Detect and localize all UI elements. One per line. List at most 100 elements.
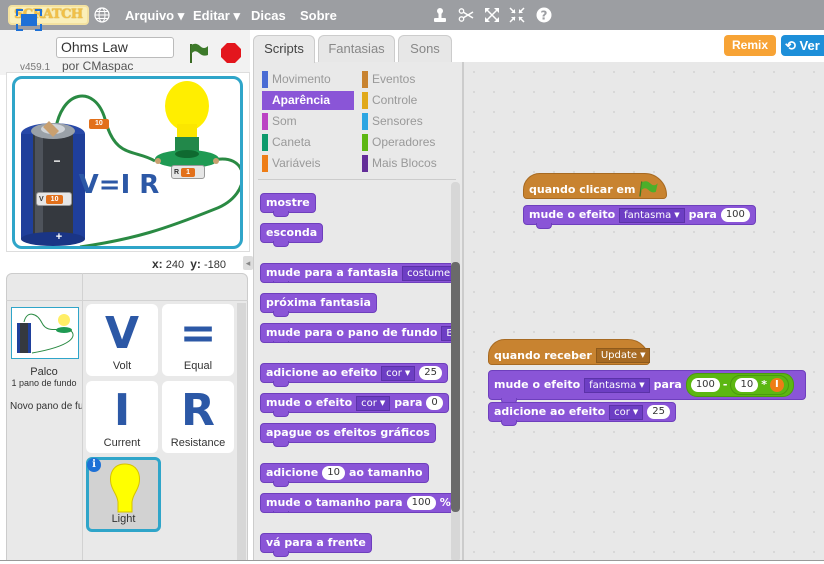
- svg-text:?: ?: [541, 9, 548, 23]
- menu-sobre[interactable]: Sobre: [300, 8, 337, 23]
- block-set-ghost-effect[interactable]: mude o efeito fantasma ▼ para 100: [523, 205, 756, 229]
- sprite-name: Current: [103, 437, 141, 449]
- see-project-page-label: Ver: [799, 38, 820, 53]
- size-input[interactable]: 100: [406, 496, 436, 510]
- voltage-monitor[interactable]: V 10: [36, 192, 72, 206]
- help-icon[interactable]: ?: [536, 7, 552, 23]
- tab-scripts[interactable]: Scripts: [253, 35, 315, 63]
- stage-thumbnail[interactable]: [11, 307, 79, 359]
- sprite-resistance[interactable]: R Resistance: [162, 381, 234, 453]
- block-set-ghost-effect-formula[interactable]: mude o efeito fantasma ▼ para 100 - 10 * …: [488, 370, 806, 404]
- effect-dropdown[interactable]: cor ▼: [381, 365, 416, 381]
- multiply-operator[interactable]: 10 * I: [730, 375, 789, 395]
- light-bulb-thumbnail: [110, 463, 140, 513]
- block-clear-effects[interactable]: apague os efeitos gráficos: [260, 423, 436, 447]
- stage-size-toggle[interactable]: ◂: [243, 256, 253, 270]
- category-sensores[interactable]: Sensores: [362, 112, 454, 131]
- variable-reporter-i[interactable]: I: [769, 378, 784, 392]
- menu-editar[interactable]: Editar ▾: [193, 8, 240, 24]
- battery-plus: +: [56, 231, 62, 243]
- sprite-light[interactable]: i Light: [86, 457, 161, 532]
- block-change-size[interactable]: adicione 10 ao tamanho: [260, 463, 429, 487]
- subtract-operator[interactable]: 100 - 10 * I: [685, 373, 794, 397]
- top-menu-bar: SCRATCH Arquivo ▾ Editar ▾ Dicas Sobre ?: [0, 0, 824, 30]
- effect-amount-input[interactable]: 25: [419, 366, 442, 380]
- menu-dicas[interactable]: Dicas: [251, 8, 286, 23]
- block-switch-backdrop[interactable]: mude para o pano de fundo B: [260, 323, 460, 343]
- block-next-costume[interactable]: próxima fantasia: [260, 293, 377, 317]
- block-set-size[interactable]: mude o tamanho para 100%: [260, 493, 455, 513]
- size-change-input[interactable]: 10: [322, 466, 345, 480]
- category-aparencia[interactable]: Aparência: [262, 91, 354, 110]
- block-change-effect[interactable]: adicione ao efeito cor ▼ 25: [260, 363, 448, 387]
- shrink-icon[interactable]: [509, 7, 525, 23]
- language-globe-icon[interactable]: [94, 7, 110, 23]
- sprite-list-scrollbar[interactable]: [237, 303, 246, 561]
- duplicate-stamp-icon[interactable]: [432, 7, 448, 23]
- effect-dropdown[interactable]: fantasma ▼: [619, 207, 685, 223]
- effect-dropdown[interactable]: cor ▼: [609, 404, 644, 420]
- sprite-info-icon[interactable]: i: [87, 458, 101, 472]
- resistance-monitor-value: 1: [181, 167, 195, 177]
- circuit-illustration: − + V=I R: [21, 81, 240, 246]
- stage-name: Palco: [30, 366, 58, 378]
- hat-when-i-receive[interactable]: quando receber Update ▼: [488, 339, 651, 365]
- effect-dropdown[interactable]: cor ▼: [356, 395, 391, 411]
- palette-scrollbar-thumb[interactable]: [451, 262, 460, 512]
- category-mais-blocos[interactable]: Mais Blocos: [362, 154, 454, 173]
- block-hide[interactable]: esconda: [260, 223, 324, 247]
- project-title-input[interactable]: Ohms Law: [56, 37, 174, 58]
- effect-amount-input[interactable]: 25: [647, 405, 670, 419]
- sprite-thumbnail: I: [113, 385, 131, 436]
- tab-sons[interactable]: Sons: [398, 35, 452, 62]
- operand-input[interactable]: 10: [735, 378, 759, 392]
- dropdown-caret-icon: ▼: [632, 407, 639, 416]
- sync-arrows-icon: ⟲: [785, 38, 796, 53]
- block-go-to-front[interactable]: vá para a frente: [260, 533, 372, 557]
- bulb-socket: [175, 137, 199, 151]
- mouse-y-label: y:: [190, 257, 201, 271]
- category-variaveis[interactable]: Variáveis: [262, 154, 354, 173]
- project-author[interactable]: por CMaspac: [62, 59, 133, 73]
- bottom-strip: [0, 560, 824, 564]
- menu-arquivo[interactable]: Arquivo ▾: [125, 8, 184, 24]
- script-area[interactable]: [463, 62, 824, 564]
- category-caneta[interactable]: Caneta: [262, 133, 354, 152]
- block-show[interactable]: mostre: [260, 193, 316, 217]
- tab-fantasias[interactable]: Fantasias: [318, 35, 395, 62]
- sprite-thumbnail: V: [104, 308, 140, 359]
- category-operadores[interactable]: Operadores: [362, 133, 454, 152]
- message-dropdown[interactable]: Update ▼: [595, 347, 651, 363]
- block-switch-costume[interactable]: mude para a fantasia costume: [260, 263, 460, 283]
- green-flag-button[interactable]: [186, 41, 210, 65]
- category-controle[interactable]: Controle: [362, 91, 454, 110]
- dropdown-caret-icon: ▼: [640, 350, 646, 359]
- stage-canvas[interactable]: − + V=I R 10 V 10 R 1: [12, 76, 243, 249]
- fullscreen-icon[interactable]: [16, 9, 42, 31]
- wire-monitor[interactable]: 10: [89, 119, 109, 129]
- effect-dropdown[interactable]: fantasma ▼: [584, 377, 650, 393]
- sprite-current[interactable]: I Current: [86, 381, 158, 453]
- voltage-monitor-value: 10: [45, 194, 64, 204]
- effect-value-input[interactable]: 100: [720, 208, 750, 222]
- remix-button[interactable]: Remix: [724, 35, 776, 56]
- scratch-editor: SCRATCH Arquivo ▾ Editar ▾ Dicas Sobre ?…: [0, 0, 824, 564]
- operand-input[interactable]: 100: [690, 378, 720, 392]
- block-change-color-effect[interactable]: adicione ao efeito cor ▼ 25: [488, 402, 676, 426]
- stop-button[interactable]: [220, 42, 242, 64]
- cut-scissors-icon[interactable]: [458, 7, 474, 23]
- mouse-y-value: -180: [203, 259, 226, 271]
- category-movimento[interactable]: Movimento: [262, 70, 354, 89]
- see-project-page-button[interactable]: ⟲ Ver: [781, 35, 824, 56]
- block-set-effect[interactable]: mude o efeito cor ▼ para 0: [260, 393, 449, 417]
- resistance-monitor[interactable]: R 1: [171, 165, 205, 179]
- hat-when-flag-clicked[interactable]: quando clicar em: [523, 173, 667, 199]
- grow-icon[interactable]: [484, 7, 500, 23]
- costume-dropdown[interactable]: costume: [402, 265, 456, 281]
- resistance-monitor-label: R: [174, 168, 180, 176]
- effect-value-input[interactable]: 0: [426, 396, 443, 410]
- category-som[interactable]: Som: [262, 112, 354, 131]
- sprite-equal[interactable]: = Equal: [162, 304, 234, 376]
- sprite-volt[interactable]: V Volt: [86, 304, 158, 376]
- category-eventos[interactable]: Eventos: [362, 70, 454, 89]
